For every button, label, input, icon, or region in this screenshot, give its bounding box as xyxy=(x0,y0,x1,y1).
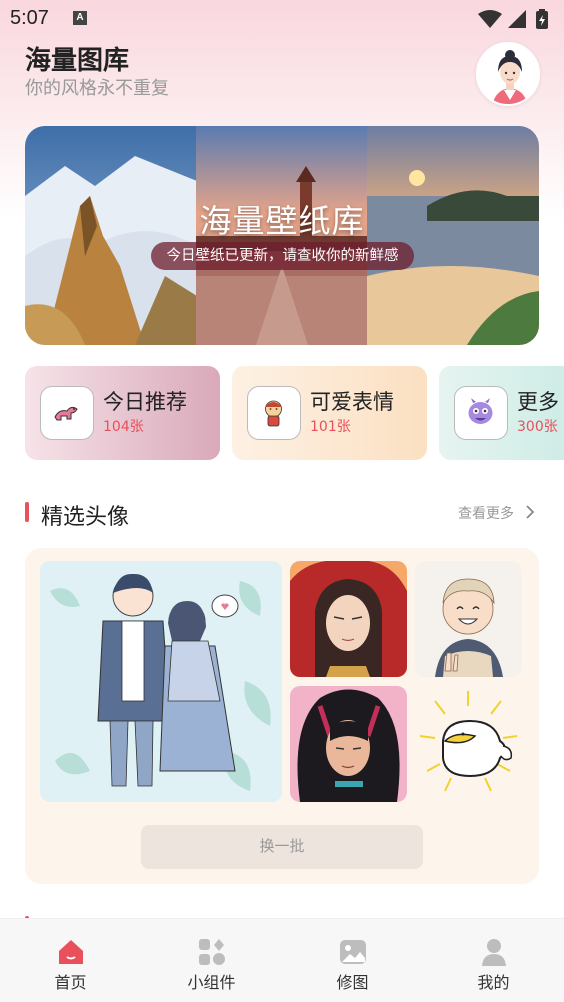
category-cute-emoji[interactable]: 可爱表情 101张 xyxy=(232,366,427,460)
category-name: 更多 xyxy=(517,390,559,414)
nav-label: 修图 xyxy=(336,973,369,992)
avatar-tile-couple[interactable] xyxy=(40,561,282,802)
cute-kid-sticker-icon xyxy=(247,386,301,440)
section-title: 精选头像 xyxy=(41,505,130,530)
purple-monster-icon xyxy=(454,386,508,440)
category-name: 今日推荐 xyxy=(103,390,187,414)
banner-subtitle: 今日壁纸已更新，请查收你的新鲜感 xyxy=(151,242,414,270)
category-today-recommend[interactable]: 今日推荐 104张 xyxy=(25,366,220,460)
dino-sticker-icon xyxy=(40,386,94,440)
category-name: 可爱表情 xyxy=(310,390,394,414)
refresh-batch-button[interactable]: 换一批 xyxy=(141,825,423,869)
signal-icon xyxy=(508,10,526,28)
nav-label: 首页 xyxy=(54,973,87,992)
section-accent-bar xyxy=(25,502,29,522)
avatar-tile-duck-sticker[interactable] xyxy=(415,686,522,802)
see-more-link[interactable]: 查看更多 xyxy=(458,503,514,523)
nav-item-widgets[interactable]: 小组件 xyxy=(141,919,282,1002)
category-count: 104张 xyxy=(103,419,144,435)
status-time: 5:07 xyxy=(10,7,49,29)
nav-label: 小组件 xyxy=(187,973,236,992)
nav-item-photo-edit[interactable]: 修图 xyxy=(282,919,423,1002)
category-count: 300张 xyxy=(517,419,558,435)
widgets-icon xyxy=(199,939,225,965)
profile-icon xyxy=(482,939,506,966)
avatar-tile-smiling-boy[interactable] xyxy=(415,561,522,677)
home-icon xyxy=(59,940,83,964)
status-icons xyxy=(478,9,548,29)
battery-icon xyxy=(536,9,548,29)
page-subtitle: 你的风格永不重复 xyxy=(25,78,169,99)
chevron-right-icon[interactable] xyxy=(523,503,537,521)
category-count: 101张 xyxy=(310,419,351,435)
status-bar: 5:07 A xyxy=(0,0,564,38)
page-title: 海量图库 xyxy=(25,46,130,76)
notification-a-icon: A xyxy=(73,11,87,25)
bottom-navigation: 首页 小组件 修图 我的 xyxy=(0,918,564,1002)
category-more[interactable]: 更多 300张 xyxy=(439,366,564,460)
user-avatar[interactable] xyxy=(476,42,540,106)
wifi-icon xyxy=(478,10,502,28)
banner-title: 海量壁纸库 xyxy=(199,202,365,240)
avatar-tile-red-hood[interactable] xyxy=(290,561,407,677)
avatar-tile-dark-hair[interactable] xyxy=(290,686,407,802)
nav-item-profile[interactable]: 我的 xyxy=(423,919,564,1002)
nav-label: 我的 xyxy=(477,973,510,992)
nav-item-home[interactable]: 首页 xyxy=(0,919,141,1002)
photo-edit-icon xyxy=(340,940,366,964)
